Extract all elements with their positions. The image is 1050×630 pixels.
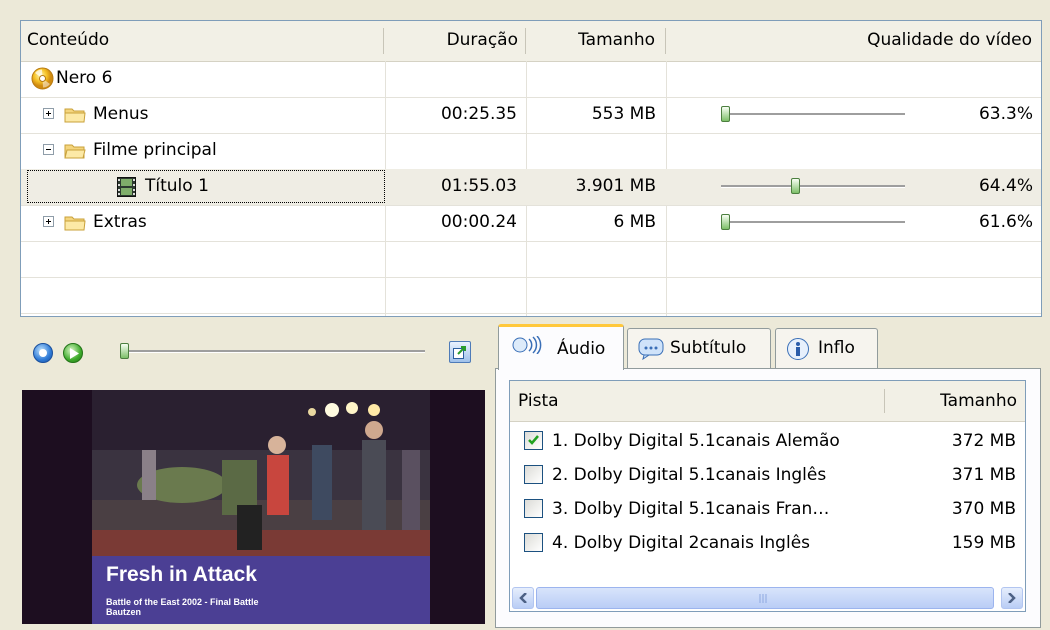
tab-label: Inflo [818, 338, 855, 358]
collapse-icon[interactable] [43, 144, 54, 155]
fullscreen-button[interactable] [449, 341, 471, 363]
arrow-right-icon [1008, 593, 1016, 603]
expand-window-icon [453, 346, 466, 359]
track-row[interactable]: 3. Dolby Digital 5.1canais Fran… 370 MB [510, 493, 1025, 525]
subtitle-bubble-icon [638, 338, 664, 360]
track-size: 370 MB [951, 499, 1016, 519]
track-label: 1. Dolby Digital 5.1canais Alemão [552, 431, 840, 451]
quality-slider[interactable] [721, 214, 905, 231]
track-label: 3. Dolby Digital 5.1canais Fran… [552, 499, 830, 519]
quality-percent: 64.4% [978, 176, 1033, 196]
column-header-track-size[interactable]: Tamanho [940, 381, 1017, 421]
speaker-icon [512, 336, 542, 354]
tree-label: Título 1 [145, 176, 209, 196]
scroll-left-button[interactable] [512, 587, 534, 609]
column-header-track[interactable]: Pista [518, 381, 559, 421]
track-checkbox[interactable] [524, 431, 543, 450]
track-checkbox[interactable] [524, 465, 543, 484]
tree-label: Menus [93, 104, 149, 124]
duration-value: 01:55.03 [440, 176, 517, 196]
tree-row-root[interactable]: Nero 6 [21, 61, 1041, 98]
quality-percent: 63.3% [978, 104, 1033, 124]
size-value: 3.901 MB [575, 176, 656, 196]
size-value: 553 MB [591, 104, 656, 124]
folder-icon [64, 108, 86, 123]
tab-label: Subtítulo [670, 338, 747, 358]
track-row[interactable]: 2. Dolby Digital 5.1canais Inglês 371 MB [510, 459, 1025, 491]
track-size: 159 MB [951, 533, 1016, 553]
track-checkbox[interactable] [524, 499, 543, 518]
tree-header: Conteúdo Duração Tamanho Qualidade do ví… [21, 21, 1041, 62]
folder-open-icon [64, 144, 86, 159]
folder-icon [64, 216, 86, 231]
stop-button[interactable] [33, 343, 53, 363]
tree-row-menus[interactable]: Menus 00:25.35 553 MB 63.3% [21, 97, 1041, 134]
video-frame-image [22, 390, 485, 624]
tree-label: Extras [93, 212, 147, 232]
film-icon [117, 177, 136, 197]
audio-track-list: Pista Tamanho 1. Dolby Digital 5.1canais… [509, 380, 1026, 612]
video-title-text: Fresh in Attack [106, 563, 257, 586]
tree-row-main-movie[interactable]: Filme principal [21, 133, 1041, 170]
video-caption-line1: Battle of the East 2002 - Final Battle [106, 597, 259, 607]
scroll-thumb[interactable] [536, 587, 994, 609]
expand-icon[interactable] [43, 108, 54, 119]
horizontal-scrollbar[interactable] [512, 587, 1023, 609]
track-size: 371 MB [951, 465, 1016, 485]
tree-label: Nero 6 [56, 68, 113, 88]
tree-label: Filme principal [93, 140, 217, 160]
duration-value: 00:00.24 [440, 212, 517, 232]
scroll-right-button[interactable] [1001, 587, 1023, 609]
column-header-size[interactable]: Tamanho [526, 21, 661, 60]
arrow-left-icon [519, 593, 527, 603]
tab-info[interactable]: Inflo [775, 328, 878, 368]
column-header-content[interactable]: Conteúdo [21, 21, 383, 60]
play-icon [70, 348, 79, 359]
size-value: 6 MB [613, 212, 656, 232]
track-label: 4. Dolby Digital 2canais Inglês [552, 533, 811, 553]
quality-slider[interactable] [721, 178, 905, 195]
tab-subtitle[interactable]: Subtítulo [627, 328, 771, 368]
video-preview: Fresh in Attack Battle of the East 2002 … [22, 390, 485, 624]
content-tree-table: Conteúdo Duração Tamanho Qualidade do ví… [20, 20, 1042, 317]
tree-row-empty [21, 277, 1041, 314]
column-header-quality[interactable]: Qualidade do vídeo [666, 21, 1038, 60]
quality-percent: 61.6% [978, 212, 1033, 232]
check-mark-icon [528, 435, 539, 445]
grip-icon [759, 594, 767, 603]
expand-icon[interactable] [43, 216, 54, 227]
track-checkbox[interactable] [524, 533, 543, 552]
track-row[interactable]: 1. Dolby Digital 5.1canais Alemão 372 MB [510, 425, 1025, 457]
quality-slider[interactable] [721, 106, 905, 123]
track-label: 2. Dolby Digital 5.1canais Inglês [552, 465, 827, 485]
column-header-duration[interactable]: Duração [384, 21, 524, 60]
play-button[interactable] [63, 343, 83, 363]
track-row[interactable]: 4. Dolby Digital 2canais Inglês 159 MB [510, 527, 1025, 559]
tree-row-extras[interactable]: Extras 00:00.24 6 MB 61.6% [21, 205, 1041, 242]
tree-row-empty [21, 241, 1041, 278]
tree-row-title-1[interactable]: Título 1 01:55.03 3.901 MB 64.4% [21, 169, 1041, 206]
track-list-header: Pista Tamanho [510, 381, 1025, 422]
track-size: 372 MB [951, 431, 1016, 451]
playback-position-slider[interactable] [120, 343, 425, 360]
info-icon [787, 338, 809, 360]
video-caption-line2: Bautzen [106, 607, 142, 617]
tab-audio[interactable]: Áudio [498, 324, 624, 370]
duration-value: 00:25.35 [440, 104, 517, 124]
tab-label: Áudio [557, 339, 606, 359]
disc-icon [31, 67, 54, 90]
